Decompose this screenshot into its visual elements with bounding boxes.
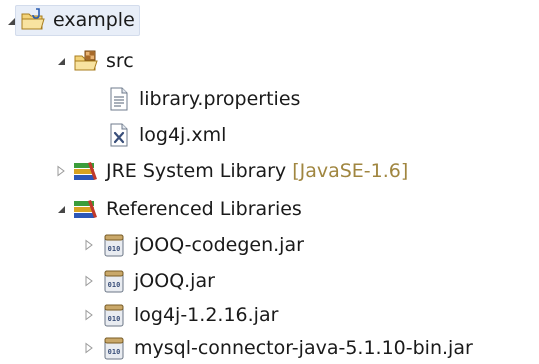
tree-item-referenced-libraries[interactable]: Referenced Libraries (52, 192, 302, 225)
java-project-folder-icon (20, 7, 46, 33)
referenced-libraries-label: Referenced Libraries (106, 197, 302, 220)
library-books-icon (73, 196, 99, 222)
tree-item-log4j-xml[interactable]: log4j.xml (103, 118, 226, 151)
tree-item-jar[interactable]: 010 log4j-1.2.16.jar (80, 298, 278, 331)
src-label: src (106, 49, 134, 72)
svg-text:010: 010 (108, 245, 121, 253)
expanded-arrow-icon[interactable] (52, 52, 70, 70)
svg-text:010: 010 (108, 281, 121, 289)
collapsed-arrow-icon[interactable] (80, 306, 98, 324)
file-label: log4j.xml (139, 123, 227, 146)
tree-item-project[interactable]: example (2, 4, 140, 37)
collapsed-arrow-icon[interactable] (80, 272, 98, 290)
source-package-folder-icon (73, 48, 99, 74)
tree-item-jar[interactable]: 010 jOOQ.jar (80, 264, 215, 297)
tree-item-library-properties[interactable]: library.properties (103, 82, 300, 115)
jar-file-icon: 010 (101, 268, 127, 294)
expanded-arrow-icon[interactable] (52, 200, 70, 218)
tree-item-jre-system-library[interactable]: JRE System Library [JavaSE-1.6] (52, 154, 408, 187)
xml-file-icon (106, 122, 132, 148)
file-label: library.properties (139, 87, 301, 110)
jre-label: JRE System Library (106, 159, 287, 182)
library-books-icon (73, 158, 99, 184)
jar-label: jOOQ-codegen.jar (134, 233, 304, 256)
tree-item-jar[interactable]: 010 mysql-connector-java-5.1.10-bin.jar (80, 331, 473, 364)
jar-label: log4j-1.2.16.jar (134, 303, 279, 326)
jar-label: jOOQ.jar (134, 269, 215, 292)
collapsed-arrow-icon[interactable] (52, 162, 70, 180)
tree-item-src[interactable]: src (52, 44, 134, 77)
properties-file-icon (106, 86, 132, 112)
svg-text:010: 010 (108, 315, 121, 323)
tree-item-jar[interactable]: 010 jOOQ-codegen.jar (80, 228, 304, 261)
jar-file-icon: 010 (101, 335, 127, 361)
collapsed-arrow-icon[interactable] (80, 236, 98, 254)
jar-file-icon: 010 (101, 232, 127, 258)
jre-version-decoration: [JavaSE-1.6] (292, 159, 409, 182)
collapsed-arrow-icon[interactable] (80, 339, 98, 357)
package-explorer-tree: example src library.properties log4j.xml… (0, 0, 539, 363)
svg-text:010: 010 (108, 348, 121, 356)
jar-label: mysql-connector-java-5.1.10-bin.jar (134, 336, 473, 359)
jar-file-icon: 010 (101, 302, 127, 328)
project-label: example (53, 9, 135, 31)
